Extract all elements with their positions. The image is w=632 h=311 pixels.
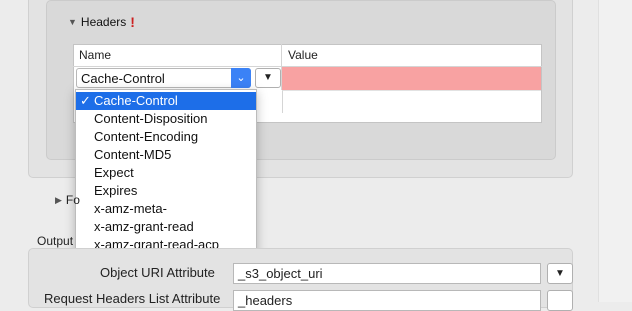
headers-section-title[interactable]: ▼ Headers !	[68, 14, 135, 30]
header-name-combobox[interactable]: Cache-Control	[76, 68, 251, 88]
chevron-down-icon[interactable]: ⌄	[231, 68, 251, 88]
dropdown-option-x-amz-meta[interactable]: x-amz-meta-	[76, 200, 256, 218]
request-headers-field[interactable]: _headers	[233, 290, 541, 311]
object-uri-label: Object URI Attribute	[100, 265, 215, 280]
dropdown-option-content-disposition[interactable]: Content-Disposition	[76, 110, 256, 128]
dropdown-option-expect[interactable]: Expect	[76, 164, 256, 182]
object-uri-menu-button[interactable]: ▼	[547, 263, 573, 284]
dropdown-option-content-encoding[interactable]: Content-Encoding	[76, 128, 256, 146]
column-header-name[interactable]: Name	[73, 44, 282, 67]
dropdown-option-expires[interactable]: Expires	[76, 182, 256, 200]
dropdown-option-content-md5[interactable]: Content-MD5	[76, 146, 256, 164]
output-section-title: Output	[37, 234, 74, 248]
collapsed-section-label: Fo	[65, 193, 80, 207]
headers-title-label: Headers	[80, 15, 127, 29]
disclosure-closed-icon[interactable]: ▶	[55, 195, 62, 206]
header-name-dropdown: ✓ Cache-Control Content-Disposition Cont…	[75, 89, 257, 272]
dropdown-option-x-amz-grant-read[interactable]: x-amz-grant-read	[76, 218, 256, 236]
column-header-value[interactable]: Value	[282, 44, 542, 67]
dropdown-option-cache-control[interactable]: ✓ Cache-Control	[76, 92, 256, 110]
checkmark-icon: ✓	[80, 93, 91, 108]
disclosure-open-icon[interactable]: ▼	[68, 17, 77, 27]
request-headers-label: Request Headers List Attribute	[44, 291, 221, 306]
request-headers-menu-button[interactable]	[547, 290, 573, 311]
object-uri-field[interactable]: _s3_object_uri	[233, 263, 541, 284]
collapsed-section[interactable]: ▶ Fo	[55, 193, 80, 207]
warning-icon: !	[130, 14, 135, 30]
row-menu-button[interactable]: ▼	[255, 68, 281, 88]
row1-value-cell-error[interactable]	[282, 67, 541, 90]
scroll-gutter	[598, 0, 632, 302]
row2-value-cell[interactable]	[282, 90, 541, 113]
